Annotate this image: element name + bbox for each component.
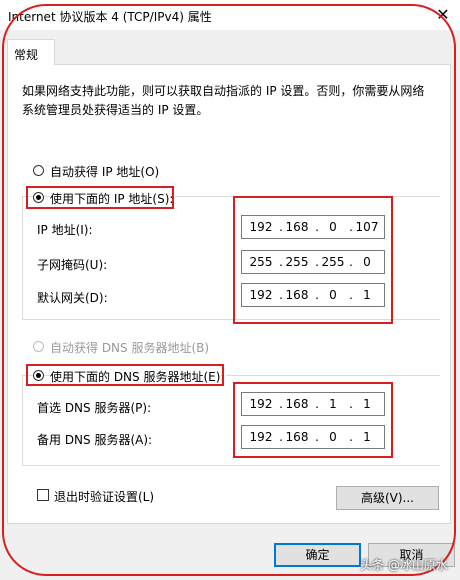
title-bar: Internet 协议版本 4 (TCP/IPv4) 属性 ✕ (0, 0, 460, 30)
ok-button[interactable]: 确定 (274, 543, 361, 567)
window-title: Internet 协议版本 4 (TCP/IPv4) 属性 (8, 10, 212, 24)
validate-on-exit-checkbox[interactable] (37, 489, 49, 501)
alternate-dns-label: 备用 DNS 服务器(A): (37, 433, 153, 447)
validate-on-exit-label[interactable]: 退出时验证设置(L) (54, 488, 154, 505)
description-text: 如果网络支持此功能，则可以获取自动指派的 IP 设置。否则，你需要从网络系统管理… (22, 84, 425, 117)
ip-address-label: IP 地址(I): (37, 223, 93, 237)
radio-manual-ip-label[interactable]: 使用下面的 IP 地址(S): (50, 190, 176, 207)
radio-manual-dns[interactable] (33, 370, 44, 381)
alternate-dns-input[interactable]: 192. 168. 0. 1 (241, 425, 385, 449)
radio-auto-dns-label[interactable]: 自动获得 DNS 服务器地址(B) (50, 339, 209, 356)
subnet-mask-input[interactable]: 255. 255. 255. 0 (241, 250, 385, 274)
watermark: 头条 @冰山原水 (360, 558, 448, 572)
radio-manual-ip[interactable] (33, 192, 44, 203)
default-gateway-label: 默认网关(D): (37, 291, 108, 305)
radio-manual-dns-label[interactable]: 使用下面的 DNS 服务器地址(E): (50, 368, 227, 385)
tab-general-label: 常规 (14, 48, 39, 62)
advanced-button[interactable]: 高级(V)... (336, 486, 439, 510)
default-gateway-input[interactable]: 192. 168. 0. 1 (241, 283, 385, 307)
close-icon[interactable]: ✕ (432, 4, 454, 26)
radio-auto-ip[interactable] (33, 165, 44, 176)
preferred-dns-input[interactable]: 192. 168. 1. 1 (241, 392, 385, 416)
dns-group-box (22, 375, 440, 466)
tab-general[interactable]: 常规 (7, 39, 55, 65)
subnet-mask-label: 子网掩码(U): (37, 258, 108, 272)
preferred-dns-label: 首选 DNS 服务器(P): (37, 401, 152, 415)
radio-auto-ip-label[interactable]: 自动获得 IP 地址(O) (50, 163, 159, 180)
radio-auto-dns[interactable] (33, 341, 44, 352)
ip-address-input[interactable]: 192. 168. 0. 107 (241, 215, 385, 239)
